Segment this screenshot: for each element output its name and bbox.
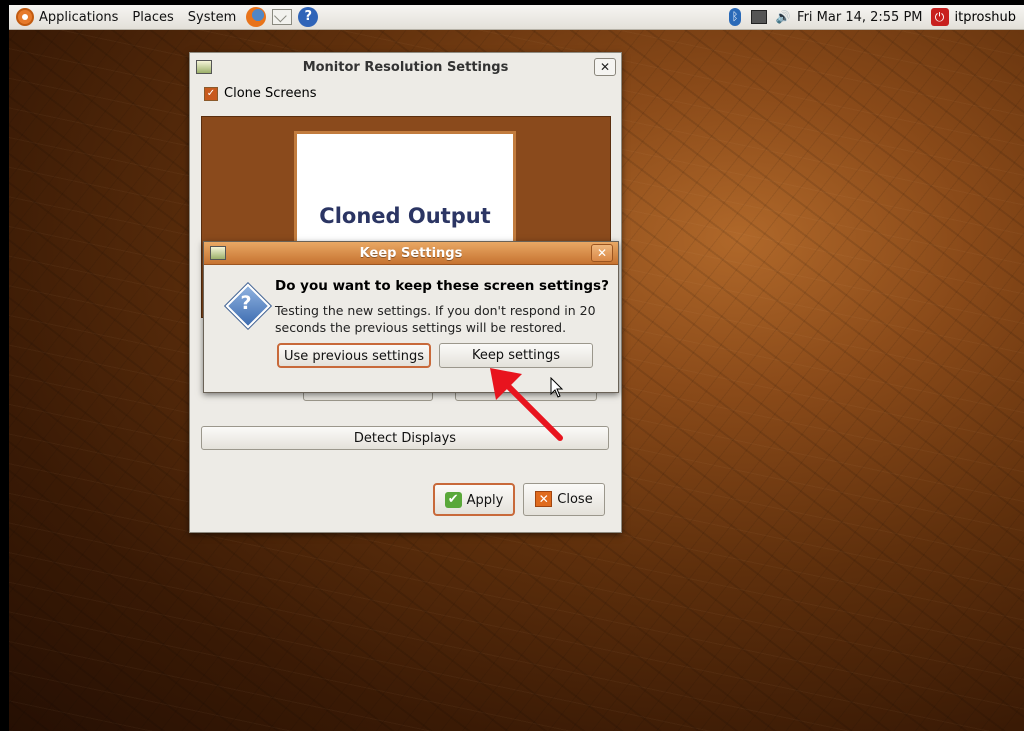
checkmark-icon: ✔ [444, 491, 462, 508]
firefox-icon [246, 7, 267, 27]
mail-launcher[interactable] [271, 6, 293, 28]
dialog-titlebar[interactable]: Keep Settings ✕ [204, 242, 618, 265]
dialog-heading: Do you want to keep these screen setting… [275, 278, 609, 294]
question-icon: ? [223, 281, 273, 331]
main-window-title: Monitor Resolution Settings [302, 59, 509, 75]
monitor-output-label: Cloned Output [319, 204, 491, 228]
network-icon [751, 10, 768, 24]
user-name[interactable]: itproshub [955, 10, 1024, 25]
top-panel: Applications Places System ? ᛒ 🔊 Fri Mar… [9, 5, 1024, 30]
apply-button[interactable]: ✔ Apply [433, 483, 515, 516]
apply-label: Apply [466, 493, 504, 508]
dialog-message: Testing the new settings. If you don't r… [275, 303, 596, 335]
close-icon: ✕ [535, 490, 553, 507]
volume-applet[interactable]: 🔊 [775, 9, 791, 25]
help-launcher[interactable]: ? [297, 6, 319, 28]
mouse-cursor-icon [550, 377, 564, 398]
use-previous-settings-button[interactable]: Use previous settings [277, 343, 431, 368]
network-applet[interactable] [751, 9, 768, 25]
places-menu-label: Places [132, 9, 174, 25]
help-icon: ? [298, 7, 319, 27]
ubuntu-logo-icon [16, 8, 34, 26]
main-window-close-button[interactable]: ✕ [594, 58, 616, 76]
quit-icon[interactable]: ⏻ [930, 8, 949, 26]
bluetooth-icon: ᛒ [729, 8, 742, 26]
annotation-arrow [490, 368, 563, 441]
applications-menu[interactable]: Applications [9, 5, 125, 29]
system-menu[interactable]: System [181, 5, 243, 29]
firefox-launcher[interactable] [245, 6, 267, 28]
clone-screens-checkbox[interactable]: ✓ [204, 86, 218, 101]
dialog-close-button[interactable]: ✕ [591, 244, 613, 262]
volume-icon: 🔊 [775, 10, 791, 24]
clone-screens-label: Clone Screens [224, 86, 317, 101]
close-button[interactable]: ✕ Close [523, 483, 605, 516]
main-window-titlebar[interactable]: Monitor Resolution Settings ✕ [190, 56, 621, 78]
screen-left-border [0, 0, 9, 731]
system-tray: ᛒ 🔊 Fri Mar 14, 2:55 PM ⏻ itproshub [723, 5, 1024, 29]
close-label: Close [557, 492, 593, 507]
applications-menu-label: Applications [39, 9, 119, 25]
bluetooth-applet[interactable]: ᛒ [727, 8, 743, 26]
clone-screens-option[interactable]: ✓ Clone Screens [204, 86, 316, 101]
detect-displays-label: Detect Displays [353, 431, 457, 446]
mail-icon [272, 9, 293, 25]
dialog-title: Keep Settings [359, 245, 463, 261]
use-previous-settings-label: Use previous settings [284, 349, 424, 364]
system-menu-label: System [187, 9, 237, 25]
panel-clock[interactable]: Fri Mar 14, 2:55 PM [795, 10, 930, 25]
places-menu[interactable]: Places [125, 5, 180, 29]
